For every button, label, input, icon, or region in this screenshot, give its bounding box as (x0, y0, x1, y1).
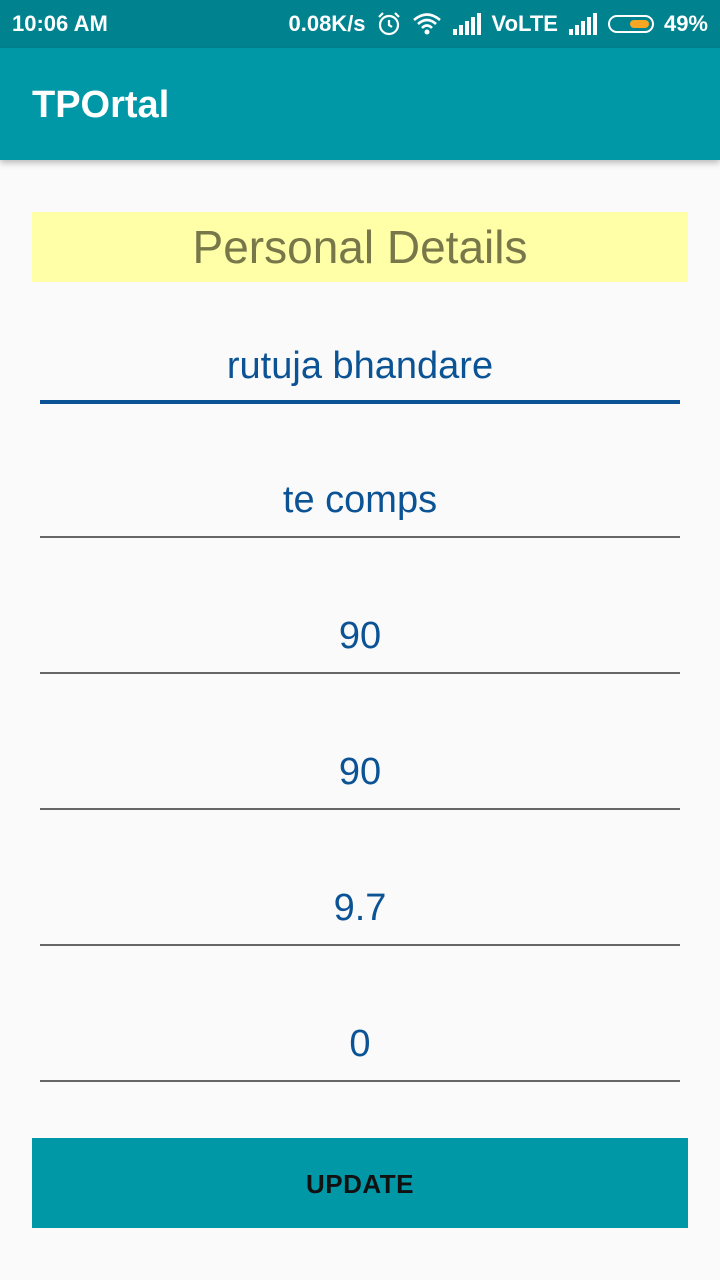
status-time: 10:06 AM (12, 11, 108, 36)
name-field[interactable]: rutuja bhandare (40, 334, 680, 404)
wifi-icon (412, 12, 442, 36)
battery-percent: 49% (663, 11, 708, 36)
branch-field[interactable]: te comps (40, 468, 680, 538)
status-bar: 10:06 AM 0.08K/s VoLTE 49% (0, 0, 720, 48)
personal-details-header: Personal Details (32, 212, 688, 282)
app-title: TPOrtal (32, 84, 170, 126)
network-type: VoLTE (491, 11, 558, 36)
score-field-1[interactable]: 90 (40, 604, 680, 674)
alarm-icon (376, 11, 402, 37)
battery-fill (629, 20, 649, 28)
update-button[interactable]: UPDATE (32, 1138, 688, 1228)
backlogs-field[interactable]: 0 (40, 1012, 680, 1082)
network-speed: 0.08K/s (288, 11, 366, 36)
cgpa-field[interactable]: 9.7 (40, 876, 680, 946)
battery-icon (607, 15, 654, 33)
status-indicators: 0.08K/s VoLTE 49% (288, 11, 708, 37)
signal-icon (568, 13, 598, 35)
app-bar: TPOrtal (0, 48, 720, 160)
score-field-2[interactable]: 90 (40, 740, 680, 810)
signal-icon (452, 13, 482, 35)
